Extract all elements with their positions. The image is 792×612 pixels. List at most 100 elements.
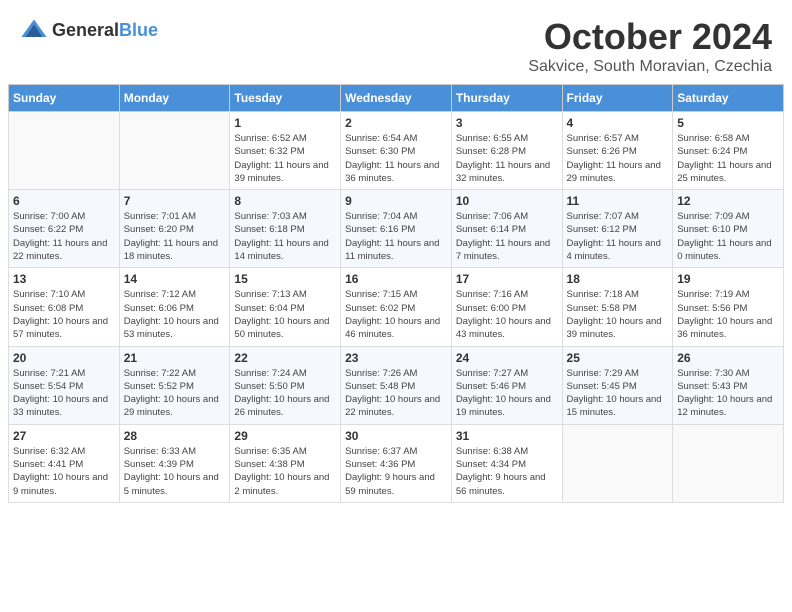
calendar-day-cell <box>9 112 120 190</box>
day-info: Sunrise: 7:04 AMSunset: 6:16 PMDaylight:… <box>345 210 447 263</box>
day-number: 10 <box>456 194 558 208</box>
day-number: 11 <box>567 194 669 208</box>
day-of-week-header: Friday <box>562 85 673 112</box>
calendar-day-cell: 2Sunrise: 6:54 AMSunset: 6:30 PMDaylight… <box>341 112 452 190</box>
day-number: 21 <box>124 351 226 365</box>
day-info: Sunrise: 7:01 AMSunset: 6:20 PMDaylight:… <box>124 210 226 263</box>
title-section: October 2024 Sakvice, South Moravian, Cz… <box>528 16 772 76</box>
calendar-day-cell <box>119 112 230 190</box>
calendar-day-cell: 7 Sunrise: 7:01 AMSunset: 6:20 PMDaylight… <box>119 190 230 268</box>
calendar-day-cell: 8Sunrise: 7:03 AMSunset: 6:18 PMDaylight… <box>230 190 341 268</box>
calendar-day-cell: 26Sunrise: 7:30 AMSunset: 5:43 PMDayligh… <box>673 346 784 424</box>
calendar-day-cell: 28 Sunrise: 6:33 AMSunset: 4:39 PMDayligh… <box>119 424 230 502</box>
calendar-day-cell: 19Sunrise: 7:19 AMSunset: 5:56 PMDayligh… <box>673 268 784 346</box>
day-info: Sunrise: 7:21 AMSunset: 5:54 PMDaylight:… <box>13 367 115 420</box>
calendar-header-row: SundayMondayTuesdayWednesdayThursdayFrid… <box>9 85 784 112</box>
day-number: 19 <box>677 272 779 286</box>
day-number: 4 <box>567 116 669 130</box>
calendar-day-cell: 16 Sunrise: 7:15 AMSunset: 6:02 PMDayligh… <box>341 268 452 346</box>
calendar-day-cell: 12Sunrise: 7:09 AMSunset: 6:10 PMDayligh… <box>673 190 784 268</box>
day-of-week-header: Thursday <box>451 85 562 112</box>
day-info: Sunrise: 6:38 AMSunset: 4:34 PMDaylight:… <box>456 445 558 498</box>
day-number: 2 <box>345 116 447 130</box>
day-info: Sunrise: 6:33 AMSunset: 4:39 PMDaylight:… <box>124 445 226 498</box>
calendar-day-cell <box>562 424 673 502</box>
calendar-day-cell: 9 Sunrise: 7:04 AMSunset: 6:16 PMDaylight… <box>341 190 452 268</box>
day-number: 9 <box>345 194 447 208</box>
calendar-day-cell: 21 Sunrise: 7:22 AMSunset: 5:52 PMDayligh… <box>119 346 230 424</box>
calendar-day-cell: 30Sunrise: 6:37 AMSunset: 4:36 PMDayligh… <box>341 424 452 502</box>
day-number: 7 <box>124 194 226 208</box>
day-number: 20 <box>13 351 115 365</box>
calendar-week-row: 1 Sunrise: 6:52 AMSunset: 6:32 PMDaylight… <box>9 112 784 190</box>
calendar-day-cell: 20 Sunrise: 7:21 AMSunset: 5:54 PMDayligh… <box>9 346 120 424</box>
day-number: 1 <box>234 116 336 130</box>
day-info: Sunrise: 7:16 AMSunset: 6:00 PMDaylight:… <box>456 288 558 341</box>
day-info: Sunrise: 7:06 AMSunset: 6:14 PMDaylight:… <box>456 210 558 263</box>
logo-icon <box>20 16 48 44</box>
day-number: 30 <box>345 429 447 443</box>
logo-text-general: General <box>52 20 119 40</box>
calendar-day-cell: 3Sunrise: 6:55 AMSunset: 6:28 PMDaylight… <box>451 112 562 190</box>
day-number: 29 <box>234 429 336 443</box>
day-of-week-header: Monday <box>119 85 230 112</box>
calendar-week-row: 27Sunrise: 6:32 AMSunset: 4:41 PMDayligh… <box>9 424 784 502</box>
day-of-week-header: Tuesday <box>230 85 341 112</box>
day-info: Sunrise: 7:22 AMSunset: 5:52 PMDaylight:… <box>124 367 226 420</box>
calendar-day-cell: 31 Sunrise: 6:38 AMSunset: 4:34 PMDayligh… <box>451 424 562 502</box>
day-info: Sunrise: 7:29 AMSunset: 5:45 PMDaylight:… <box>567 367 669 420</box>
logo-text-blue: Blue <box>119 20 158 40</box>
day-info: Sunrise: 6:58 AMSunset: 6:24 PMDaylight:… <box>677 132 779 185</box>
calendar-day-cell: 11 Sunrise: 7:07 AMSunset: 6:12 PMDayligh… <box>562 190 673 268</box>
day-number: 8 <box>234 194 336 208</box>
calendar-day-cell: 22 Sunrise: 7:24 AMSunset: 5:50 PMDayligh… <box>230 346 341 424</box>
calendar-day-cell <box>673 424 784 502</box>
calendar-wrapper: SundayMondayTuesdayWednesdayThursdayFrid… <box>0 84 792 511</box>
page-header: GeneralBlue October 2024 Sakvice, South … <box>0 0 792 84</box>
calendar-day-cell: 27Sunrise: 6:32 AMSunset: 4:41 PMDayligh… <box>9 424 120 502</box>
day-number: 16 <box>345 272 447 286</box>
day-info: Sunrise: 7:00 AMSunset: 6:22 PMDaylight:… <box>13 210 115 263</box>
day-info: Sunrise: 7:18 AMSunset: 5:58 PMDaylight:… <box>567 288 669 341</box>
calendar-week-row: 20 Sunrise: 7:21 AMSunset: 5:54 PMDayligh… <box>9 346 784 424</box>
calendar-day-cell: 14 Sunrise: 7:12 AMSunset: 6:06 PMDayligh… <box>119 268 230 346</box>
day-info: Sunrise: 7:13 AMSunset: 6:04 PMDaylight:… <box>234 288 336 341</box>
day-number: 31 <box>456 429 558 443</box>
day-info: Sunrise: 7:07 AMSunset: 6:12 PMDaylight:… <box>567 210 669 263</box>
day-of-week-header: Saturday <box>673 85 784 112</box>
calendar-week-row: 13Sunrise: 7:10 AMSunset: 6:08 PMDayligh… <box>9 268 784 346</box>
day-number: 25 <box>567 351 669 365</box>
calendar: SundayMondayTuesdayWednesdayThursdayFrid… <box>8 84 784 503</box>
day-info: Sunrise: 7:30 AMSunset: 5:43 PMDaylight:… <box>677 367 779 420</box>
calendar-day-cell: 23 Sunrise: 7:26 AMSunset: 5:48 PMDayligh… <box>341 346 452 424</box>
calendar-day-cell: 29 Sunrise: 6:35 AMSunset: 4:38 PMDayligh… <box>230 424 341 502</box>
day-info: Sunrise: 6:35 AMSunset: 4:38 PMDaylight:… <box>234 445 336 498</box>
day-number: 28 <box>124 429 226 443</box>
day-info: Sunrise: 7:26 AMSunset: 5:48 PMDaylight:… <box>345 367 447 420</box>
day-number: 23 <box>345 351 447 365</box>
day-number: 14 <box>124 272 226 286</box>
day-info: Sunrise: 7:12 AMSunset: 6:06 PMDaylight:… <box>124 288 226 341</box>
calendar-day-cell: 5 Sunrise: 6:58 AMSunset: 6:24 PMDaylight… <box>673 112 784 190</box>
calendar-day-cell: 25 Sunrise: 7:29 AMSunset: 5:45 PMDayligh… <box>562 346 673 424</box>
day-info: Sunrise: 7:24 AMSunset: 5:50 PMDaylight:… <box>234 367 336 420</box>
day-number: 17 <box>456 272 558 286</box>
calendar-day-cell: 4Sunrise: 6:57 AMSunset: 6:26 PMDaylight… <box>562 112 673 190</box>
day-info: Sunrise: 6:52 AMSunset: 6:32 PMDaylight:… <box>234 132 336 185</box>
day-info: Sunrise: 7:27 AMSunset: 5:46 PMDaylight:… <box>456 367 558 420</box>
day-number: 5 <box>677 116 779 130</box>
day-number: 15 <box>234 272 336 286</box>
calendar-day-cell: 13Sunrise: 7:10 AMSunset: 6:08 PMDayligh… <box>9 268 120 346</box>
day-info: Sunrise: 7:15 AMSunset: 6:02 PMDaylight:… <box>345 288 447 341</box>
day-number: 22 <box>234 351 336 365</box>
day-info: Sunrise: 7:09 AMSunset: 6:10 PMDaylight:… <box>677 210 779 263</box>
day-number: 24 <box>456 351 558 365</box>
calendar-day-cell: 1 Sunrise: 6:52 AMSunset: 6:32 PMDaylight… <box>230 112 341 190</box>
day-info: Sunrise: 6:32 AMSunset: 4:41 PMDaylight:… <box>13 445 115 498</box>
calendar-week-row: 6 Sunrise: 7:00 AMSunset: 6:22 PMDaylight… <box>9 190 784 268</box>
day-number: 6 <box>13 194 115 208</box>
day-number: 3 <box>456 116 558 130</box>
location-title: Sakvice, South Moravian, Czechia <box>528 58 772 76</box>
calendar-day-cell: 17 Sunrise: 7:16 AMSunset: 6:00 PMDayligh… <box>451 268 562 346</box>
calendar-day-cell: 6 Sunrise: 7:00 AMSunset: 6:22 PMDaylight… <box>9 190 120 268</box>
